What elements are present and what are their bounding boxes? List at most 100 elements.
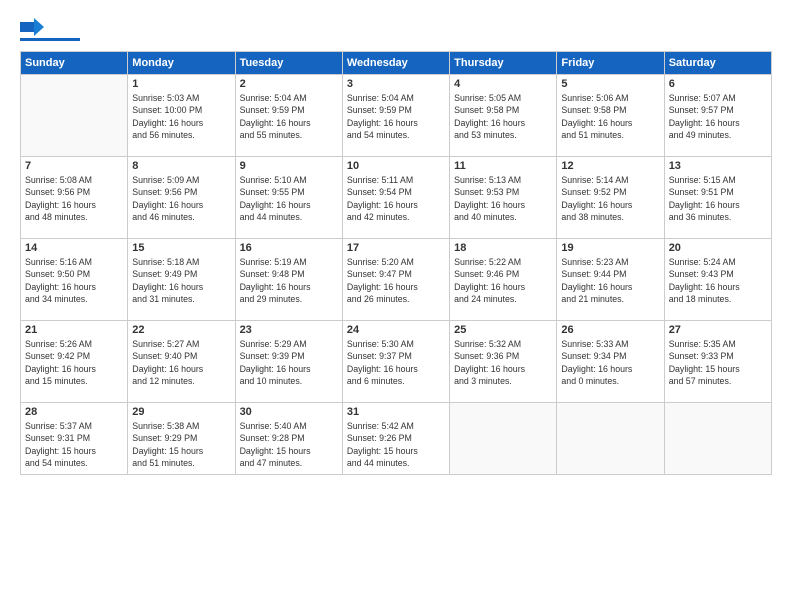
calendar-header-row: SundayMondayTuesdayWednesdayThursdayFrid… [21, 52, 772, 75]
day-info: Sunrise: 5:08 AM Sunset: 9:56 PM Dayligh… [25, 174, 123, 223]
calendar-cell [557, 403, 664, 475]
calendar-cell [664, 403, 771, 475]
day-number: 12 [561, 160, 659, 172]
calendar-cell: 19Sunrise: 5:23 AM Sunset: 9:44 PM Dayli… [557, 239, 664, 321]
day-info: Sunrise: 5:20 AM Sunset: 9:47 PM Dayligh… [347, 256, 445, 305]
day-number: 26 [561, 324, 659, 336]
day-info: Sunrise: 5:13 AM Sunset: 9:53 PM Dayligh… [454, 174, 552, 223]
calendar-cell: 2 Sunrise: 5:04 AM Sunset: 9:59 PM Daylig… [235, 75, 342, 157]
day-number: 3 [347, 78, 445, 90]
day-info: Sunrise: 5:16 AM Sunset: 9:50 PM Dayligh… [25, 256, 123, 305]
calendar-cell: 7 Sunrise: 5:08 AM Sunset: 9:56 PM Daylig… [21, 157, 128, 239]
logo [20, 18, 80, 41]
calendar-cell: 17 Sunrise: 5:20 AM Sunset: 9:47 PM Dayli… [342, 239, 449, 321]
calendar-cell: 24 Sunrise: 5:30 AM Sunset: 9:37 PM Dayli… [342, 321, 449, 403]
day-number: 5 [561, 78, 659, 90]
day-info: Sunrise: 5:06 AM Sunset: 9:58 PM Dayligh… [561, 92, 659, 141]
calendar-cell: 8 Sunrise: 5:09 AM Sunset: 9:56 PM Daylig… [128, 157, 235, 239]
calendar-cell: 9 Sunrise: 5:10 AM Sunset: 9:55 PM Daylig… [235, 157, 342, 239]
column-header-thursday: Thursday [450, 52, 557, 75]
calendar-cell: 14 Sunrise: 5:16 AM Sunset: 9:50 PM Dayli… [21, 239, 128, 321]
column-header-wednesday: Wednesday [342, 52, 449, 75]
calendar-cell: 18 Sunrise: 5:22 AM Sunset: 9:46 PM Dayli… [450, 239, 557, 321]
calendar-cell: 31 Sunrise: 5:42 AM Sunset: 9:26 PM Dayli… [342, 403, 449, 475]
day-info: Sunrise: 5:11 AM Sunset: 9:54 PM Dayligh… [347, 174, 445, 223]
day-number: 17 [347, 242, 445, 254]
calendar-cell: 11 Sunrise: 5:13 AM Sunset: 9:53 PM Dayli… [450, 157, 557, 239]
day-number: 28 [25, 406, 123, 418]
day-number: 2 [240, 78, 338, 90]
calendar-cell: 12Sunrise: 5:14 AM Sunset: 9:52 PM Dayli… [557, 157, 664, 239]
day-number: 31 [347, 406, 445, 418]
day-info: Sunrise: 5:15 AM Sunset: 9:51 PM Dayligh… [669, 174, 767, 223]
column-header-monday: Monday [128, 52, 235, 75]
calendar-page: SundayMondayTuesdayWednesdayThursdayFrid… [0, 0, 792, 612]
day-info: Sunrise: 5:37 AM Sunset: 9:31 PM Dayligh… [25, 420, 123, 469]
calendar-cell: 5 Sunrise: 5:06 AM Sunset: 9:58 PM Daylig… [557, 75, 664, 157]
day-info: Sunrise: 5:22 AM Sunset: 9:46 PM Dayligh… [454, 256, 552, 305]
day-info: Sunrise: 5:07 AM Sunset: 9:57 PM Dayligh… [669, 92, 767, 141]
day-info: Sunrise: 5:30 AM Sunset: 9:37 PM Dayligh… [347, 338, 445, 387]
day-info: Sunrise: 5:29 AM Sunset: 9:39 PM Dayligh… [240, 338, 338, 387]
column-header-tuesday: Tuesday [235, 52, 342, 75]
calendar-cell: 23 Sunrise: 5:29 AM Sunset: 9:39 PM Dayli… [235, 321, 342, 403]
day-number: 7 [25, 160, 123, 172]
calendar-table: SundayMondayTuesdayWednesdayThursdayFrid… [20, 51, 772, 475]
day-info: Sunrise: 5:05 AM Sunset: 9:58 PM Dayligh… [454, 92, 552, 141]
day-info: Sunrise: 5:33 AM Sunset: 9:34 PM Dayligh… [561, 338, 659, 387]
day-number: 21 [25, 324, 123, 336]
day-info: Sunrise: 5:32 AM Sunset: 9:36 PM Dayligh… [454, 338, 552, 387]
calendar-cell: 15 Sunrise: 5:18 AM Sunset: 9:49 PM Dayli… [128, 239, 235, 321]
calendar-cell: 26 Sunrise: 5:33 AM Sunset: 9:34 PM Dayli… [557, 321, 664, 403]
week-row-2: 7 Sunrise: 5:08 AM Sunset: 9:56 PM Daylig… [21, 157, 772, 239]
day-number: 13 [669, 160, 767, 172]
day-info: Sunrise: 5:35 AM Sunset: 9:33 PM Dayligh… [669, 338, 767, 387]
day-info: Sunrise: 5:42 AM Sunset: 9:26 PM Dayligh… [347, 420, 445, 469]
calendar-cell: 4 Sunrise: 5:05 AM Sunset: 9:58 PM Daylig… [450, 75, 557, 157]
calendar-cell [21, 75, 128, 157]
header [20, 18, 772, 41]
calendar-cell: 1Sunrise: 5:03 AM Sunset: 10:00 PM Dayli… [128, 75, 235, 157]
day-number: 19 [561, 242, 659, 254]
calendar-cell: 25Sunrise: 5:32 AM Sunset: 9:36 PM Dayli… [450, 321, 557, 403]
day-info: Sunrise: 5:10 AM Sunset: 9:55 PM Dayligh… [240, 174, 338, 223]
week-row-4: 21 Sunrise: 5:26 AM Sunset: 9:42 PM Dayli… [21, 321, 772, 403]
week-row-1: 1Sunrise: 5:03 AM Sunset: 10:00 PM Dayli… [21, 75, 772, 157]
calendar-cell: 27Sunrise: 5:35 AM Sunset: 9:33 PM Dayli… [664, 321, 771, 403]
day-info: Sunrise: 5:26 AM Sunset: 9:42 PM Dayligh… [25, 338, 123, 387]
day-number: 18 [454, 242, 552, 254]
column-header-saturday: Saturday [664, 52, 771, 75]
day-info: Sunrise: 5:18 AM Sunset: 9:49 PM Dayligh… [132, 256, 230, 305]
day-number: 23 [240, 324, 338, 336]
calendar-cell: 21 Sunrise: 5:26 AM Sunset: 9:42 PM Dayli… [21, 321, 128, 403]
day-number: 14 [25, 242, 123, 254]
day-number: 6 [669, 78, 767, 90]
day-info: Sunrise: 5:09 AM Sunset: 9:56 PM Dayligh… [132, 174, 230, 223]
column-header-sunday: Sunday [21, 52, 128, 75]
day-info: Sunrise: 5:27 AM Sunset: 9:40 PM Dayligh… [132, 338, 230, 387]
day-number: 20 [669, 242, 767, 254]
day-number: 4 [454, 78, 552, 90]
day-number: 24 [347, 324, 445, 336]
day-number: 9 [240, 160, 338, 172]
calendar-cell: 30 Sunrise: 5:40 AM Sunset: 9:28 PM Dayli… [235, 403, 342, 475]
calendar-cell: 10 Sunrise: 5:11 AM Sunset: 9:54 PM Dayli… [342, 157, 449, 239]
day-number: 30 [240, 406, 338, 418]
day-info: Sunrise: 5:03 AM Sunset: 10:00 PM Daylig… [132, 92, 230, 141]
logo-icon [20, 18, 44, 36]
week-row-3: 14 Sunrise: 5:16 AM Sunset: 9:50 PM Dayli… [21, 239, 772, 321]
day-info: Sunrise: 5:19 AM Sunset: 9:48 PM Dayligh… [240, 256, 338, 305]
calendar-cell: 20 Sunrise: 5:24 AM Sunset: 9:43 PM Dayli… [664, 239, 771, 321]
day-number: 15 [132, 242, 230, 254]
day-number: 11 [454, 160, 552, 172]
day-number: 8 [132, 160, 230, 172]
day-number: 10 [347, 160, 445, 172]
day-number: 16 [240, 242, 338, 254]
day-info: Sunrise: 5:24 AM Sunset: 9:43 PM Dayligh… [669, 256, 767, 305]
day-info: Sunrise: 5:40 AM Sunset: 9:28 PM Dayligh… [240, 420, 338, 469]
day-info: Sunrise: 5:04 AM Sunset: 9:59 PM Dayligh… [240, 92, 338, 141]
calendar-cell: 6 Sunrise: 5:07 AM Sunset: 9:57 PM Daylig… [664, 75, 771, 157]
calendar-cell: 13 Sunrise: 5:15 AM Sunset: 9:51 PM Dayli… [664, 157, 771, 239]
column-header-friday: Friday [557, 52, 664, 75]
calendar-cell [450, 403, 557, 475]
